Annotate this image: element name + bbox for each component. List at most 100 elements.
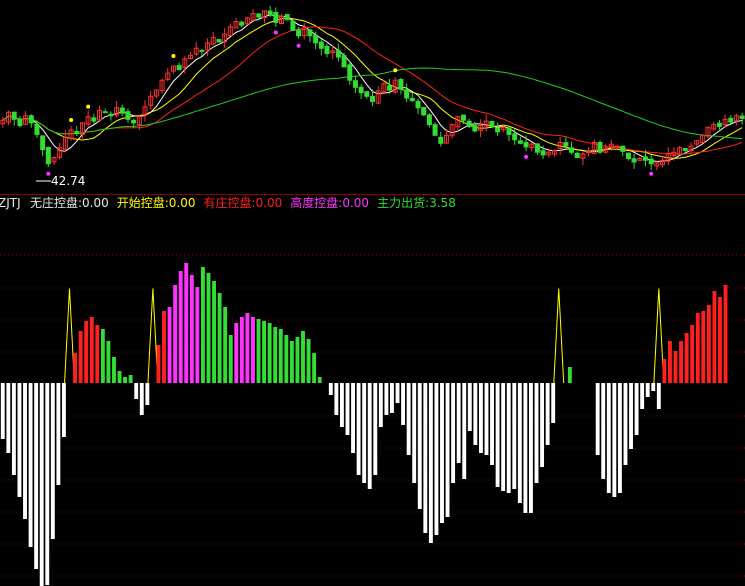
indicator-bar [284,335,289,383]
indicator-bar [289,341,294,383]
indicator-bar [295,337,300,383]
indicator-bar [6,383,11,453]
indicator-bar [17,383,22,497]
indicator-bar [651,383,656,391]
ma-line-ma10 [2,17,743,159]
indicator-bar [139,383,144,415]
indicator-bar [412,383,417,483]
low-price-label: 42.74 [51,174,85,188]
indicator-bar [529,383,533,513]
trough-marker [649,171,654,176]
candle-body [91,117,97,122]
legend-item-5: 主力出货:3.58 [377,195,456,210]
candle-body [415,100,421,109]
grid-lines [0,254,745,577]
candle-body [398,79,404,90]
indicator-bar [195,287,200,383]
low-price-marker: 42.74 [36,174,85,188]
indicator-bar [706,305,711,383]
candle-body [461,114,466,121]
candle-body [495,127,501,133]
candle-body [597,142,603,153]
indicator-bar [378,383,383,427]
peak-marker [86,104,91,109]
candle-body [563,142,569,147]
indicator-bar [695,313,700,383]
candle-body [409,97,415,102]
indicator-bar [89,317,94,383]
indicator-bar [473,383,478,445]
indicator-bar [517,383,522,503]
indicator-bar [662,359,667,383]
indicator-bar [434,383,439,535]
indicator-bar [34,383,39,569]
indicator-bar [123,377,128,383]
indicator-bar [262,321,267,383]
indicator-bar [189,275,194,383]
indicator-bar [423,383,428,533]
indicator-bar [167,307,172,383]
candle-body [45,146,51,165]
indicator-bar [56,383,61,485]
peak-marker [69,118,74,122]
trough-marker [273,30,278,35]
indicator-bar [645,383,650,397]
indicator-bar [395,383,400,403]
indicator-bar [690,325,695,383]
candle-body [17,118,23,127]
indicator-bar [28,383,33,547]
candle-body [74,131,80,135]
indicator-bar [245,313,250,383]
candle-body [335,50,341,58]
indicator-bar [106,341,111,383]
candle-body [341,55,347,68]
indicator-bar [701,311,706,383]
indicator-bar [367,383,372,489]
indicator-bar [39,383,44,586]
indicator-bar [351,383,355,453]
candle-body [119,107,125,114]
candle-body [108,113,114,117]
candle-body [296,29,302,37]
indicator-bar [45,383,50,585]
indicator-bars[interactable] [0,263,728,586]
indicator-bar [451,383,456,483]
indicator-bar [545,383,550,445]
legend-item-2: 开始控盘:0.00 [117,195,196,210]
candle-body [11,111,17,120]
indicator-bar [61,383,66,437]
indicator-bar [173,285,178,383]
candle-body [569,147,575,153]
candle-body [176,65,182,71]
legend-item-4: 高度控盘:0.00 [290,195,369,210]
indicator-bar [534,383,539,483]
candle-body [472,124,478,132]
indicator-bar [317,377,322,383]
candle-body [574,152,580,159]
indicator-bar [112,357,116,383]
indicator-bar [301,331,305,383]
indicator-bar [217,293,222,383]
candle-body [284,14,290,21]
indicator-bar [0,383,5,439]
indicator-bar [251,317,255,383]
candle-body [421,106,427,116]
moving-average-lines [2,14,743,163]
indicator-bar [484,383,489,455]
candle-body [256,13,262,18]
indicator-bar [673,351,678,383]
indicator-bar [634,383,639,435]
indicator-bar [306,339,311,383]
indicator-bar [234,323,239,383]
candle-body [387,85,393,91]
price-panel[interactable]: 42.74 [0,5,745,188]
candle-body [125,111,131,120]
candle-body [648,158,654,165]
candle-body [34,123,40,135]
indicator-bar [228,335,233,383]
candle-body [318,41,324,49]
candle-body [438,136,444,144]
stock-chart[interactable]: 42.74 ZJTJ 无庄控盘:0.00 开始控盘:0.00 有庄控盘:0.00 高度… [0,0,745,586]
candle-body [28,115,34,124]
candle-body [370,95,375,103]
